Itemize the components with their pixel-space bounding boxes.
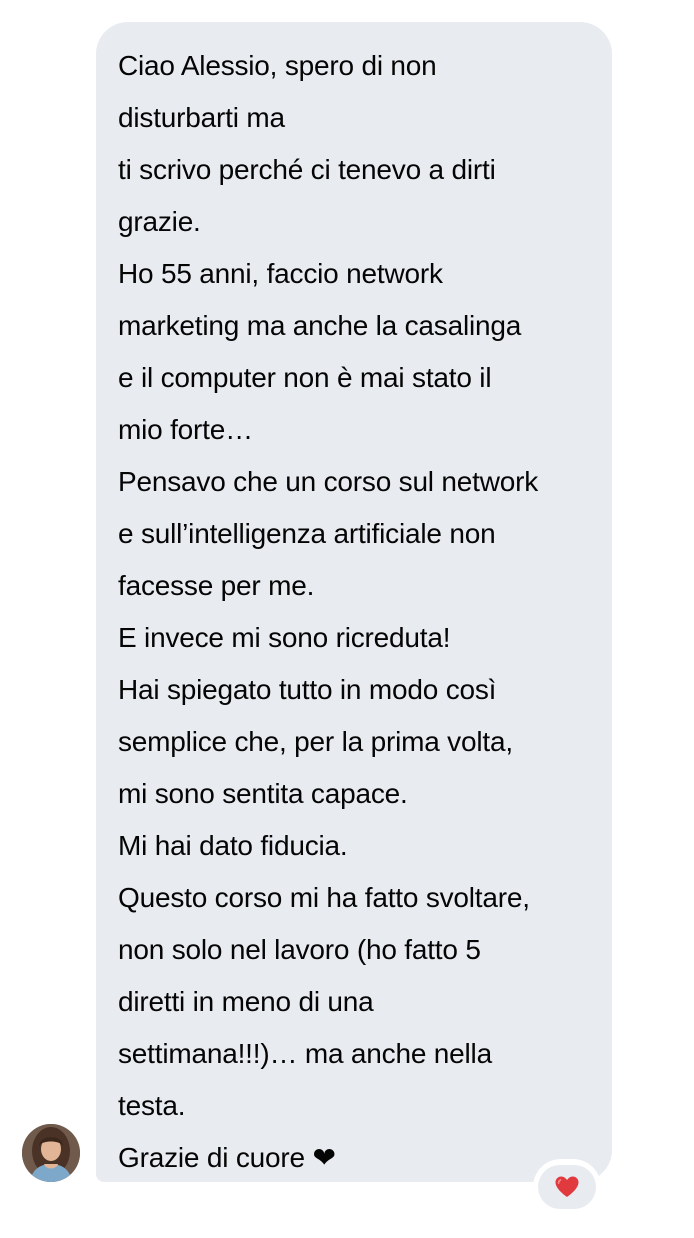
message-reaction[interactable] — [536, 1162, 598, 1212]
sender-avatar[interactable] — [22, 1124, 80, 1182]
message-line: Questo corso mi ha fatto svoltare, — [118, 882, 530, 913]
message-line: E invece mi sono ricreduta! — [118, 622, 451, 653]
message-line: Ho 55 anni, faccio network — [118, 258, 443, 289]
chat-conversation: Ciao Alessio, spero di non disturbarti m… — [0, 0, 694, 1238]
message-line: facesse per me. — [118, 570, 315, 601]
message-line: marketing ma anche la casalinga — [118, 310, 522, 341]
received-message-bubble[interactable]: Ciao Alessio, spero di non disturbarti m… — [96, 22, 612, 1182]
message-line: Hai spiegato tutto in modo così — [118, 674, 497, 705]
message-line: Ciao Alessio, spero di non — [118, 50, 437, 81]
message-line: settimana!!!)… ma anche nella — [118, 1038, 492, 1069]
message-line: ti scrivo perché ci tenevo a dirti — [118, 154, 496, 185]
reaction-pill[interactable] — [538, 1165, 596, 1209]
message-line: Mi hai dato fiducia. — [118, 830, 348, 861]
message-line: Grazie di cuore ❤ — [118, 1142, 336, 1173]
message-line: mio forte… — [118, 414, 253, 445]
red-heart-icon — [555, 1176, 579, 1197]
message-line: Pensavo che un corso sul network — [118, 466, 539, 497]
message-line: grazie. — [118, 206, 201, 237]
message-line: non solo nel lavoro (ho fatto 5 — [118, 934, 481, 965]
message-line: e sull’intelligenza artificiale non — [118, 518, 496, 549]
message-line: diretti in meno di una — [118, 986, 374, 1017]
message-line: disturbarti ma — [118, 102, 285, 133]
message-line: mi sono sentita capace. — [118, 778, 408, 809]
user-photo-avatar-icon — [22, 1124, 80, 1182]
message-line: testa. — [118, 1090, 186, 1121]
message-line: semplice che, per la prima volta, — [118, 726, 513, 757]
message-line: e il computer non è mai stato il — [118, 362, 492, 393]
